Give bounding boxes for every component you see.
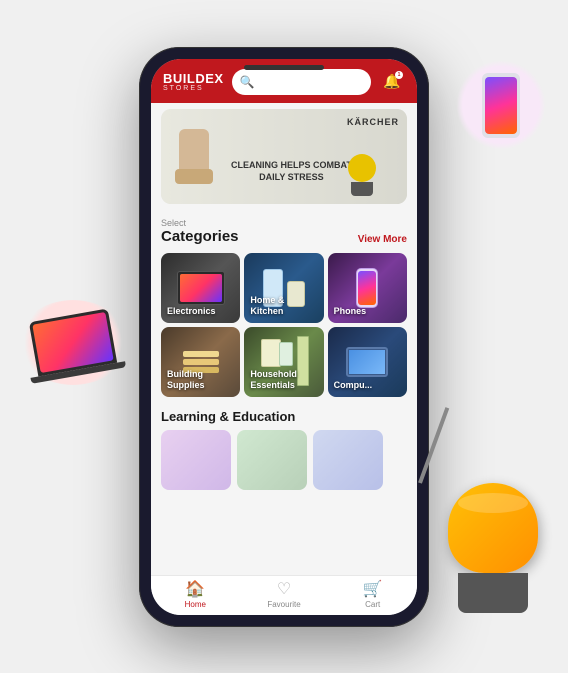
search-bar[interactable]: 🔍	[232, 69, 371, 95]
learning-card-3[interactable]	[313, 430, 383, 490]
learning-scroll[interactable]	[161, 430, 407, 490]
scroll-content[interactable]: CLEANING HELPS COMBAT DAILY STRESS KÄRCH…	[151, 103, 417, 575]
home-nav-label: Home	[185, 600, 206, 609]
nav-cart[interactable]: 🛒 Cart	[328, 576, 417, 615]
favourite-nav-icon: ♡	[277, 582, 291, 598]
app-header: BUILDEX STORES 🔍 🔔 1	[151, 59, 417, 103]
floating-phone	[456, 60, 546, 150]
floating-vacuum	[428, 483, 558, 643]
phone-screen: BUILDEX STORES 🔍 🔔 1	[151, 59, 417, 615]
banner-vacuum	[342, 154, 382, 199]
phone-float-screen	[485, 77, 517, 134]
phone-float-icon	[482, 73, 520, 138]
categories-title: Categories	[161, 228, 239, 245]
banner-text: CLEANING HELPS COMBAT DAILY STRESS	[231, 160, 352, 183]
spray-bottle	[261, 339, 281, 367]
banner-brand: KÄRCHER	[347, 117, 399, 127]
category-grid: Electronics Home &Kitchen	[161, 253, 407, 397]
cat-label-building: BuildingSupplies	[167, 369, 234, 391]
nav-home[interactable]: 🏠 Home	[151, 576, 240, 615]
phone-img	[356, 268, 378, 308]
notification-button[interactable]: 🔔 1	[379, 69, 405, 95]
app-logo-buildex: BUILDEX	[163, 72, 224, 85]
cart-nav-icon: 🛒	[363, 582, 383, 598]
monitor-img	[346, 347, 388, 377]
cat-label-household: HouseholdEssentials	[250, 369, 317, 391]
categories-title-block: Select Categories	[161, 218, 239, 245]
notification-badge: 1	[395, 71, 403, 79]
plank-1	[183, 351, 219, 357]
nav-favourite[interactable]: ♡ Favourite	[240, 576, 329, 615]
category-electronics[interactable]: Electronics	[161, 253, 240, 323]
computers-img-group	[346, 347, 388, 377]
vacuum-body	[448, 483, 538, 573]
banner-chair	[169, 124, 224, 204]
learning-section: Learning & Education	[151, 401, 417, 494]
banner-line2: DAILY STRESS	[231, 172, 352, 184]
monitor-screen	[349, 350, 385, 374]
laptop-icon	[29, 308, 117, 376]
category-building[interactable]: BuildingSupplies	[161, 327, 240, 397]
banner-vac-base	[351, 182, 373, 196]
favourite-nav-label: Favourite	[267, 600, 300, 609]
phone-frame: BUILDEX STORES 🔍 🔔 1	[139, 47, 429, 627]
categories-section: Select Categories View More	[151, 210, 417, 401]
promo-banner[interactable]: CLEANING HELPS COMBAT DAILY STRESS KÄRCH…	[161, 109, 407, 204]
view-more-button[interactable]: View More	[358, 234, 407, 245]
logo-area: BUILDEX STORES	[163, 72, 224, 92]
cleaning-product	[279, 342, 293, 366]
search-icon: 🔍	[240, 75, 255, 89]
bottom-navigation: 🏠 Home ♡ Favourite 🛒 Cart	[151, 575, 417, 615]
laptop-screen	[32, 312, 113, 373]
vacuum-base	[458, 573, 528, 613]
banner-vac-body	[348, 154, 376, 182]
electronics-laptop-img	[177, 271, 225, 305]
cat-label-computers: Compu...	[334, 380, 401, 391]
phone-screen-img	[358, 271, 376, 305]
categories-header: Select Categories View More	[161, 218, 407, 245]
laptop-screen-img	[180, 274, 222, 302]
select-label: Select	[161, 218, 239, 228]
cart-nav-label: Cart	[365, 600, 380, 609]
learning-title: Learning & Education	[161, 409, 407, 424]
app-logo-stores: STORES	[163, 85, 204, 92]
cat-label-phones: Phones	[334, 306, 401, 317]
category-computers[interactable]: Compu...	[328, 327, 407, 397]
plank-2	[183, 359, 219, 365]
learning-card-1[interactable]	[161, 430, 231, 490]
banner-line1: CLEANING HELPS COMBAT	[231, 160, 352, 172]
chair-seat	[175, 169, 213, 184]
category-household[interactable]: HouseholdEssentials	[244, 327, 323, 397]
floating-laptop	[18, 300, 128, 385]
category-phones[interactable]: Phones	[328, 253, 407, 323]
home-nav-icon: 🏠	[185, 582, 205, 598]
cat-label-home-kitchen: Home &Kitchen	[250, 295, 317, 317]
learning-card-2[interactable]	[237, 430, 307, 490]
category-home-kitchen[interactable]: Home &Kitchen	[244, 253, 323, 323]
cat-label-electronics: Electronics	[167, 306, 234, 317]
